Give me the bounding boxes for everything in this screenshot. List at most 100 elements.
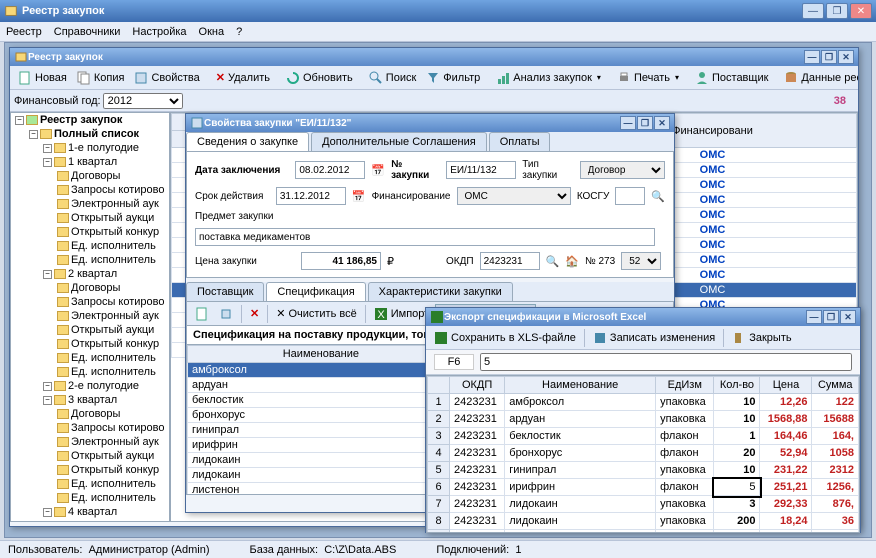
filter-button[interactable]: Фильтр (422, 69, 484, 87)
tree-item[interactable]: Открытый конкур (11, 337, 169, 351)
properties-button[interactable]: Свойства (130, 69, 203, 87)
export-maximize[interactable]: ❐ (823, 310, 839, 324)
table-row[interactable]: 52423231гинипралупаковка10231,222312 (428, 462, 859, 479)
table-row[interactable]: 12423231амброксолупаковка1012,26122 (428, 394, 859, 411)
menu-help[interactable]: ? (236, 26, 242, 38)
term-input[interactable] (276, 187, 346, 205)
menu-settings[interactable]: Настройка (132, 26, 186, 38)
find-button[interactable]: Поиск (365, 69, 420, 87)
kosgu-lookup-icon[interactable]: 🔍 (651, 190, 665, 203)
tree-item[interactable]: Договоры (11, 407, 169, 421)
child-close[interactable]: ✕ (838, 50, 854, 64)
tree-item[interactable]: Запросы котирово (11, 183, 169, 197)
fin-year-label: Финансовый год: (14, 95, 101, 107)
export-close-button[interactable]: Закрыть (728, 329, 795, 347)
maximize-button[interactable]: ❐ (826, 3, 848, 19)
menu-directories[interactable]: Справочники (54, 26, 121, 38)
num-input[interactable] (446, 161, 516, 179)
table-row[interactable]: 42423231бронхорусфлакон2052,941058 (428, 445, 859, 462)
tree-item[interactable]: Ед. исполнитель (11, 253, 169, 267)
fin-year-select[interactable]: 2012 (103, 93, 183, 109)
n273-select[interactable]: 52 (621, 252, 661, 270)
export-title: Экспорт спецификации в Microsoft Excel (444, 312, 806, 323)
tree-item[interactable]: Открытый аукци (11, 211, 169, 225)
tree-item[interactable]: Электронный аук (11, 435, 169, 449)
export-close[interactable]: ✕ (840, 310, 856, 324)
props-minimize[interactable]: — (620, 116, 636, 130)
export-toolbar: Сохранить в XLS-файле Записать изменения… (426, 326, 860, 350)
tree-item[interactable]: Договоры (11, 169, 169, 183)
kosgu-input[interactable] (615, 187, 645, 205)
print-button[interactable]: Печать (613, 69, 683, 87)
spec-new[interactable] (191, 305, 213, 323)
table-row[interactable]: 72423231лидокаинупаковка3292,33876, (428, 496, 859, 513)
table-row[interactable]: 32423231беклостикфлакон1164,46164, (428, 428, 859, 445)
supplier-button[interactable]: Поставщик (691, 69, 772, 87)
tree-item[interactable]: Электронный аук (11, 309, 169, 323)
tab-spec[interactable]: Спецификация (266, 282, 365, 301)
analysis-button[interactable]: Анализ закупок (492, 69, 605, 87)
spec-copy[interactable] (215, 305, 237, 323)
okdp-input[interactable] (480, 252, 540, 270)
menu-registry[interactable]: Реестр (6, 26, 42, 38)
write-changes-button[interactable]: Записать изменения (589, 329, 719, 347)
tab-characteristics[interactable]: Характеристики закупки (368, 282, 513, 301)
cell-value-input[interactable] (480, 353, 852, 371)
tree-item[interactable]: Ед. исполнитель (11, 239, 169, 253)
tree-panel[interactable]: −Реестр закупок −Полный список −1-е полу… (10, 112, 170, 522)
new-button[interactable]: Новая (14, 69, 71, 87)
table-row[interactable]: 82423231лидокаинупаковка20018,2436 (428, 513, 859, 530)
child-minimize[interactable]: — (804, 50, 820, 64)
export-window: Экспорт спецификации в Microsoft Excel —… (425, 307, 861, 533)
tree-item[interactable]: Запросы котирово (11, 295, 169, 309)
subject-input[interactable] (195, 228, 655, 246)
tree-item[interactable]: Запросы котирово (11, 421, 169, 435)
child-maximize[interactable]: ❐ (821, 50, 837, 64)
num-label: № закупки (391, 159, 440, 181)
tree-item[interactable]: Открытый конкур (11, 463, 169, 477)
props-maximize[interactable]: ❐ (637, 116, 653, 130)
table-row[interactable]: 92423231листенонупаковка60120,617236 (428, 530, 859, 534)
ruble-icon: ₽ (387, 255, 394, 268)
tab-agreements[interactable]: Дополнительные Соглашения (311, 132, 487, 151)
tab-info[interactable]: Сведения о закупке (186, 132, 309, 151)
tree-item[interactable]: Ед. исполнитель (11, 351, 169, 365)
cal-icon[interactable]: 📅 (371, 164, 385, 177)
tree-item[interactable]: Ед. исполнитель (11, 477, 169, 491)
tab-supplier[interactable]: Поставщик (186, 282, 264, 301)
table-row[interactable]: 62423231ирифринфлакон5251,211256, (428, 479, 859, 496)
tree-q2: −2 квартал (11, 267, 169, 281)
spec-clear[interactable]: ✕ Очистить всё (272, 305, 361, 322)
save-xls-button[interactable]: Сохранить в XLS-файле (430, 329, 580, 347)
tree-item[interactable]: Открытый аукци (11, 323, 169, 337)
tree-item[interactable]: Электронный аук (11, 197, 169, 211)
spec-import[interactable]: X Импорт (370, 305, 433, 323)
registry-data-button[interactable]: Данные реестра (780, 69, 858, 87)
tab-payments[interactable]: Оплаты (489, 132, 551, 151)
okdp-lookup-icon[interactable]: 🔍 (546, 255, 560, 268)
fin-select[interactable]: ОМС (457, 187, 571, 205)
cal-icon-2[interactable]: 📅 (352, 190, 366, 203)
tree-item[interactable]: Открытый конкур (11, 225, 169, 239)
registry-toolbar: Новая Копия Свойства ✕ Удалить Обновить … (10, 66, 858, 90)
delete-button[interactable]: ✕ Удалить (212, 69, 274, 86)
tree-item[interactable]: Договоры (11, 519, 169, 522)
tree-item[interactable]: Договоры (11, 281, 169, 295)
table-row[interactable]: 22423231ардуанупаковка101568,8815688 (428, 411, 859, 428)
export-minimize[interactable]: — (806, 310, 822, 324)
export-grid[interactable]: ОКДП Наименование ЕдИзм Кол-во Цена Сумм… (426, 375, 860, 533)
tree-item[interactable]: Ед. исполнитель (11, 365, 169, 379)
close-button[interactable]: ✕ (850, 3, 872, 19)
price-input[interactable] (301, 252, 381, 270)
type-select[interactable]: Договор (580, 161, 665, 179)
refresh-button[interactable]: Обновить (282, 69, 357, 87)
tree-item[interactable]: Открытый аукци (11, 449, 169, 463)
date-input[interactable] (295, 161, 365, 179)
menu-windows[interactable]: Окна (199, 26, 225, 38)
props-close[interactable]: ✕ (654, 116, 670, 130)
spec-delete[interactable]: ✕ (246, 305, 263, 322)
okdp-home-icon[interactable]: 🏠 (565, 255, 579, 268)
copy-button[interactable]: Копия (73, 69, 129, 87)
tree-item[interactable]: Ед. исполнитель (11, 491, 169, 505)
minimize-button[interactable]: — (802, 3, 824, 19)
